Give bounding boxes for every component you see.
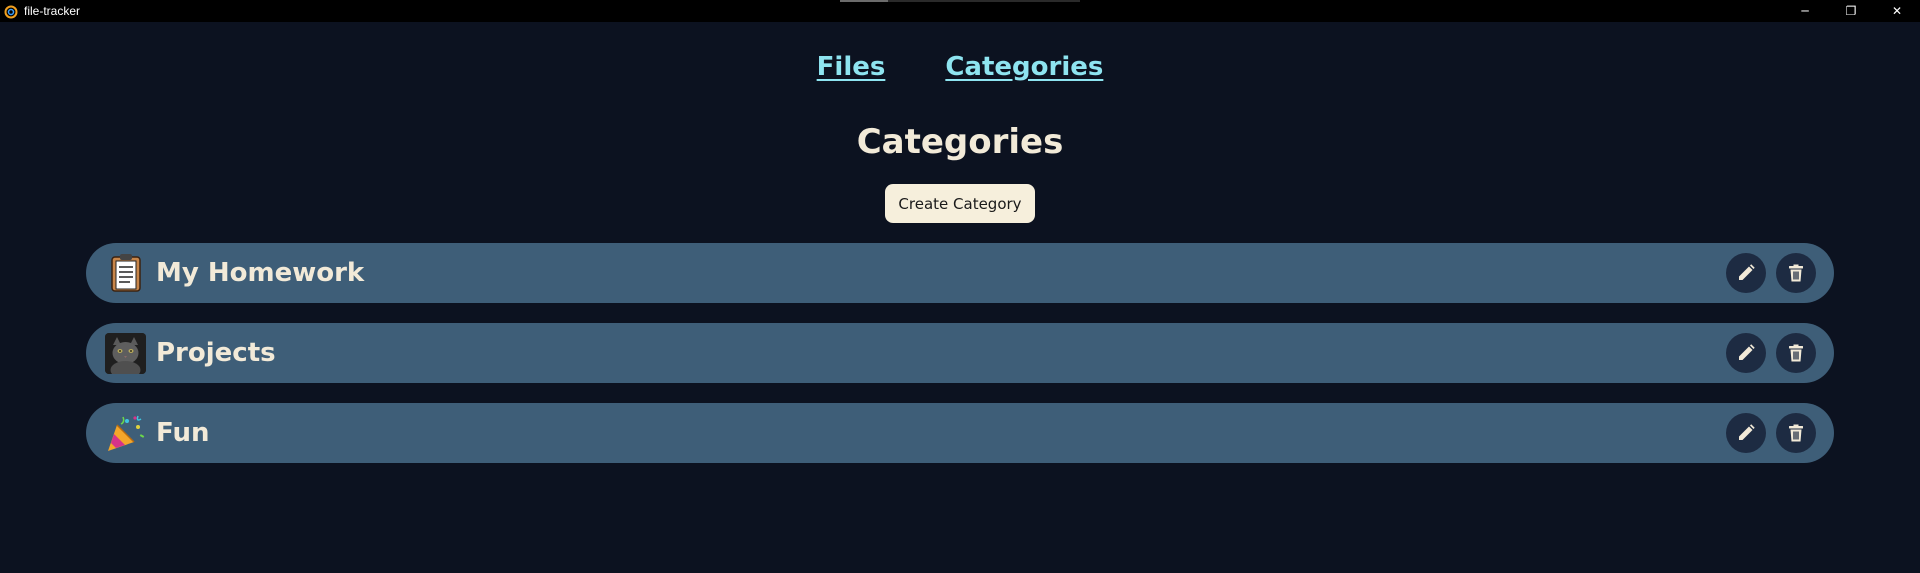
create-category-button[interactable]: Create Category <box>885 184 1035 223</box>
trash-icon <box>1789 424 1803 442</box>
category-actions <box>1726 333 1816 373</box>
cat-photo <box>105 332 146 374</box>
category-name: My Homework <box>156 258 365 288</box>
category-name: Fun <box>156 418 210 448</box>
window-controls: ─ ❐ ✕ <box>1782 0 1920 22</box>
minimize-button[interactable]: ─ <box>1782 0 1828 22</box>
category-row: Projects <box>86 323 1834 383</box>
app-icon <box>4 4 18 19</box>
window-title: file-tracker <box>24 4 81 18</box>
category-name: Projects <box>156 338 276 368</box>
close-button[interactable]: ✕ <box>1874 0 1920 22</box>
titlebar-drag-indicator <box>840 0 1080 2</box>
category-actions <box>1726 253 1816 293</box>
page-title: Categories <box>856 122 1064 162</box>
delete-category-button[interactable] <box>1776 333 1816 373</box>
edit-category-button[interactable] <box>1726 413 1766 453</box>
delete-category-button[interactable] <box>1776 413 1816 453</box>
nav-link-files[interactable]: Files <box>817 52 886 82</box>
nav-link-categories[interactable]: Categories <box>945 52 1103 82</box>
window-titlebar: file-tracker ─ ❐ ✕ <box>0 0 1920 22</box>
edit-category-button[interactable] <box>1726 333 1766 373</box>
category-row: My Homework <box>86 243 1834 303</box>
trash-icon <box>1789 344 1803 362</box>
clipboard-icon <box>105 253 146 294</box>
party-popper-icon <box>105 413 146 454</box>
delete-category-button[interactable] <box>1776 253 1816 293</box>
edit-category-button[interactable] <box>1726 253 1766 293</box>
pencil-icon <box>1739 424 1755 440</box>
category-actions <box>1726 413 1816 453</box>
category-row: Fun <box>86 403 1834 463</box>
pencil-icon <box>1739 344 1755 360</box>
trash-icon <box>1789 264 1803 282</box>
category-list: My Homework Projects Fun <box>86 243 1834 483</box>
pencil-icon <box>1739 264 1755 280</box>
main-nav: Files Categories <box>0 52 1920 82</box>
restore-button[interactable]: ❐ <box>1828 0 1874 22</box>
